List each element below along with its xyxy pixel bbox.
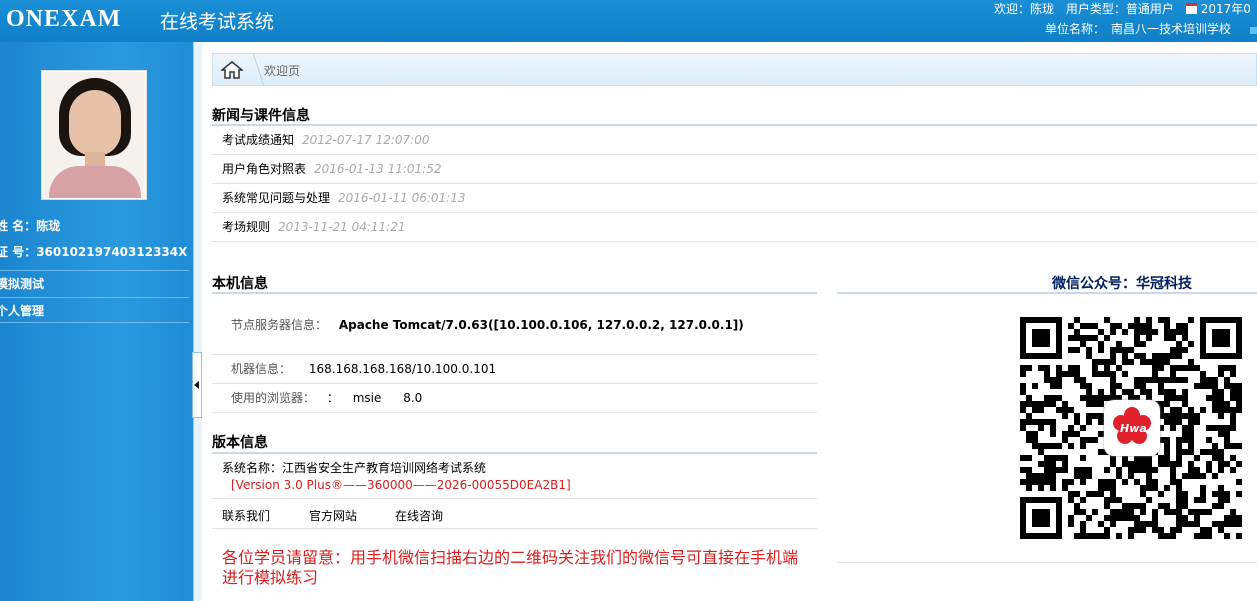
sidebar-splitter <box>193 42 202 601</box>
browser-name: msie <box>352 391 382 405</box>
home-icon[interactable] <box>221 61 243 79</box>
machine-info-row: 机器信息： 168.168.168.168/10.100.0.101 <box>212 355 817 384</box>
id-label: 证 号： <box>0 245 37 259</box>
user-type-text: 用户类型：普通用户 <box>1065 2 1174 16</box>
machine-section-title: 本机信息 <box>212 276 268 292</box>
links-divider <box>212 528 817 529</box>
machine-value: 168.168.168.168/10.100.0.101 <box>308 362 497 376</box>
breadcrumb-current: 欢迎页 <box>264 64 301 78</box>
brand-logo: ONEXAM <box>6 6 122 32</box>
hwa-logo-text: Hwa <box>1120 422 1147 435</box>
hwa-logo: Hwa <box>1104 400 1160 456</box>
collapse-sidebar-button[interactable] <box>192 352 202 418</box>
user-photo <box>41 70 147 200</box>
version-system-name: 系统名称：江西省安全生产教育培训网络考试系统 <box>222 461 487 475</box>
version-section-title: 版本信息 <box>212 435 268 451</box>
wechat-divider <box>837 292 1257 294</box>
profile-name: 姓 名：陈珑 <box>0 217 60 234</box>
version-divider <box>212 452 817 454</box>
browser-label: 使用的浏览器： <box>231 391 316 405</box>
wechat-title: 微信公众号：华冠科技 <box>1052 276 1192 292</box>
system-name: 在线考试系统 <box>160 11 275 33</box>
browser-info-row: 使用的浏览器： ： msie 8.0 <box>212 384 817 413</box>
news-item-date: 2013-11-21 04:11:21 <box>278 220 406 234</box>
news-item[interactable]: 用户角色对照表 2016-01-13 11:01:52 <box>212 155 1257 184</box>
server-label: 节点服务器信息： <box>231 318 328 332</box>
news-item-title[interactable]: 考场规则 <box>222 220 270 234</box>
version-string: [Version 3.0 Plus®——360000——2026-00055D0… <box>231 478 571 492</box>
news-item-title[interactable]: 用户角色对照表 <box>222 162 306 176</box>
app-window: ONEXAM 在线考试系统 欢迎：陈珑 用户类型：普通用户 2017年0 单位名… <box>0 0 1257 601</box>
top-header: ONEXAM 在线考试系统 欢迎：陈珑 用户类型：普通用户 2017年0 单位名… <box>0 0 1257 42</box>
browser-colon: ： <box>326 391 339 405</box>
wechat-notice: 各位学员请留意：用手机微信扫描右边的二维码关注我们的微信号可直接在手机端进行模拟… <box>222 548 799 587</box>
version-divider-2 <box>212 498 817 499</box>
server-value: Apache Tomcat/7.0.63([10.100.0.106, 127.… <box>338 318 744 332</box>
id-value: 36010219740312334X <box>36 245 188 259</box>
news-item-date: 2012-07-17 12:07:00 <box>302 133 430 147</box>
news-item[interactable]: 考试成绩通知 2012-07-17 12:07:00 <box>212 126 1257 155</box>
wechat-bottom-divider <box>837 562 1257 563</box>
contact-us-link[interactable]: 联系我们 <box>222 507 270 524</box>
user-info-bar: 欢迎：陈珑 用户类型：普通用户 2017年0 <box>994 0 1257 17</box>
news-item-title[interactable]: 考试成绩通知 <box>222 133 294 147</box>
server-info-row: 节点服务器信息： Apache Tomcat/7.0.63([10.100.0.… <box>212 295 817 355</box>
news-item-title[interactable]: 系统常见问题与处理 <box>222 191 330 205</box>
news-item[interactable]: 考场规则 2013-11-21 04:11:21 <box>212 213 1257 242</box>
news-item[interactable]: 系统常见问题与处理 2016-01-11 06:01:13 <box>212 184 1257 213</box>
browser-version: 8.0 <box>403 391 423 405</box>
profile-id: 证 号：36010219740312334X <box>0 243 187 260</box>
machine-label: 机器信息： <box>231 362 292 376</box>
news-item-date: 2016-01-11 06:01:13 <box>338 191 466 205</box>
sidebar: 姓 名：陈珑 证 号：36010219740312334X 模拟测试 个人管理 <box>0 42 202 601</box>
date-text: 2017年0 <box>1200 2 1251 16</box>
menu-item-mock-test[interactable]: 模拟测试 <box>0 270 189 296</box>
news-item-date: 2016-01-13 11:01:52 <box>314 162 442 176</box>
menu-item-personal[interactable]: 个人管理 <box>0 297 189 323</box>
calendar-icon <box>1185 3 1197 14</box>
breadcrumb: 欢迎页 <box>212 53 1257 86</box>
news-section-title: 新闻与课件信息 <box>212 108 310 124</box>
breadcrumb-separator <box>241 54 265 85</box>
corner-square-icon <box>1250 27 1257 34</box>
welcome-text: 欢迎：陈珑 <box>994 2 1055 16</box>
org-name: 单位名称： 南昌八一技术培训学校 <box>1045 22 1232 36</box>
online-consult-link[interactable]: 在线咨询 <box>395 507 443 524</box>
name-label: 姓 名： <box>0 219 37 233</box>
machine-divider <box>212 292 817 294</box>
official-site-link[interactable]: 官方网站 <box>309 507 357 524</box>
name-value: 陈珑 <box>36 219 61 233</box>
main-content: 欢迎页 新闻与课件信息 考试成绩通知 2012-07-17 12:07:00 用户… <box>202 42 1257 601</box>
